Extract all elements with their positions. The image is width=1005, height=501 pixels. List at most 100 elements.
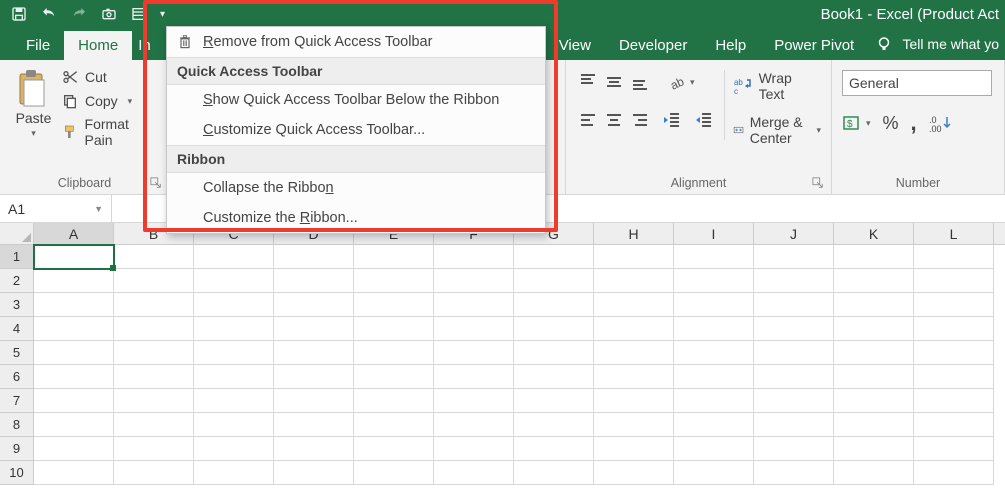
cell[interactable] (354, 437, 434, 461)
cell[interactable] (754, 341, 834, 365)
camera-icon[interactable] (100, 5, 118, 23)
cell[interactable] (194, 413, 274, 437)
paste-button[interactable]: Paste ▾ (10, 66, 57, 192)
accounting-format-button[interactable]: $ ▾ (842, 114, 871, 132)
cell[interactable] (434, 365, 514, 389)
cell[interactable] (274, 269, 354, 293)
cell[interactable] (594, 437, 674, 461)
column-header[interactable]: A (34, 223, 114, 244)
align-left-icon[interactable] (576, 108, 600, 132)
tab-help[interactable]: Help (701, 31, 760, 60)
cell[interactable] (354, 269, 434, 293)
cell[interactable] (914, 245, 994, 269)
align-right-icon[interactable] (628, 108, 652, 132)
cell[interactable] (834, 389, 914, 413)
redo-icon[interactable] (70, 5, 88, 23)
cell[interactable] (674, 317, 754, 341)
cell[interactable] (34, 365, 114, 389)
cell[interactable] (194, 341, 274, 365)
cell[interactable] (354, 317, 434, 341)
row-header[interactable]: 7 (0, 389, 34, 413)
cell[interactable] (674, 461, 754, 485)
cell[interactable] (754, 293, 834, 317)
column-header[interactable]: J (754, 223, 834, 244)
tab-file[interactable]: File (12, 31, 64, 60)
increase-indent-icon[interactable] (692, 108, 716, 132)
cell[interactable] (594, 413, 674, 437)
cut-button[interactable]: Cut (61, 68, 159, 86)
cell[interactable] (274, 317, 354, 341)
cell[interactable] (674, 293, 754, 317)
cell[interactable] (114, 365, 194, 389)
ctx-collapse-ribbon[interactable]: Collapse the Ribbon (167, 173, 545, 203)
cell[interactable] (914, 293, 994, 317)
cell[interactable] (834, 317, 914, 341)
orientation-button[interactable]: ab ▾ (668, 72, 695, 92)
cell[interactable] (514, 269, 594, 293)
cell[interactable] (674, 437, 754, 461)
wrap-text-button[interactable]: abc Wrap Text (733, 70, 821, 102)
row-header[interactable]: 5 (0, 341, 34, 365)
cell[interactable] (594, 365, 674, 389)
cell[interactable] (434, 461, 514, 485)
chevron-down-icon[interactable]: ▾ (128, 96, 133, 107)
cell[interactable] (674, 269, 754, 293)
cell[interactable] (674, 245, 754, 269)
cell[interactable] (914, 269, 994, 293)
tab-developer[interactable]: Developer (605, 31, 701, 60)
cell[interactable] (114, 317, 194, 341)
align-middle-icon[interactable] (602, 70, 626, 94)
cell[interactable] (514, 317, 594, 341)
cell[interactable] (194, 245, 274, 269)
cell[interactable] (834, 269, 914, 293)
column-header[interactable]: K (834, 223, 914, 244)
cell[interactable] (34, 461, 114, 485)
cell[interactable] (114, 461, 194, 485)
cell[interactable] (834, 293, 914, 317)
cell[interactable] (914, 317, 994, 341)
cell[interactable] (354, 341, 434, 365)
percent-style-button[interactable]: % (883, 113, 899, 134)
cell[interactable] (354, 461, 434, 485)
cell[interactable] (834, 437, 914, 461)
cell[interactable] (754, 413, 834, 437)
cell[interactable] (914, 413, 994, 437)
row-header[interactable]: 10 (0, 461, 34, 485)
cell[interactable] (914, 341, 994, 365)
cell[interactable] (514, 461, 594, 485)
cell[interactable] (34, 245, 114, 269)
cell[interactable] (34, 269, 114, 293)
cell[interactable] (594, 245, 674, 269)
save-icon[interactable] (10, 5, 28, 23)
increase-decimal-button[interactable]: .0.00 (929, 114, 953, 132)
cell[interactable] (114, 341, 194, 365)
cell[interactable] (754, 389, 834, 413)
cell[interactable] (194, 437, 274, 461)
cell[interactable] (434, 317, 514, 341)
cell[interactable] (434, 413, 514, 437)
dialog-launcher-icon[interactable] (811, 176, 825, 190)
cell[interactable] (274, 461, 354, 485)
cell[interactable] (354, 245, 434, 269)
cell[interactable] (434, 269, 514, 293)
cell[interactable] (354, 413, 434, 437)
cell[interactable] (594, 341, 674, 365)
cell[interactable] (274, 245, 354, 269)
cell[interactable] (514, 341, 594, 365)
cell[interactable] (34, 293, 114, 317)
cell[interactable] (914, 365, 994, 389)
undo-icon[interactable] (40, 5, 58, 23)
ctx-show-qat-below[interactable]: Show Quick Access Toolbar Below the Ribb… (167, 85, 545, 115)
cell[interactable] (354, 293, 434, 317)
cell[interactable] (114, 293, 194, 317)
format-painter-button[interactable]: Format Pain (61, 116, 159, 148)
tab-power-pivot[interactable]: Power Pivot (760, 31, 868, 60)
cell[interactable] (514, 389, 594, 413)
cell[interactable] (514, 365, 594, 389)
cell[interactable] (674, 413, 754, 437)
column-header[interactable]: L (914, 223, 994, 244)
cell[interactable] (194, 461, 274, 485)
cell[interactable] (914, 389, 994, 413)
cell[interactable] (434, 245, 514, 269)
cell[interactable] (594, 389, 674, 413)
